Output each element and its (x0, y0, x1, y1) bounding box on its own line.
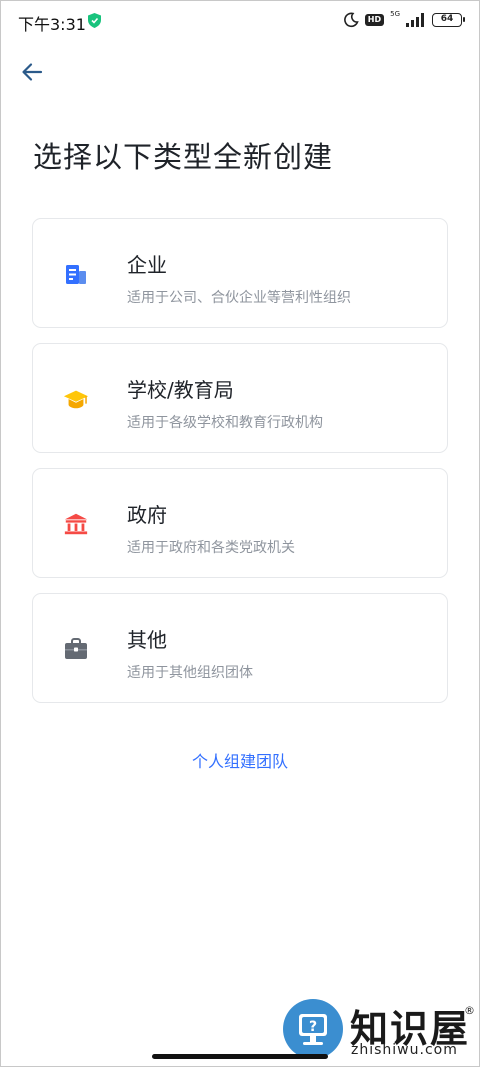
option-desc: 适用于各级学校和教育行政机构 (127, 415, 323, 431)
building-icon (63, 261, 89, 287)
government-icon (63, 511, 89, 537)
option-card-government[interactable]: 政府 适用于政府和各类党政机关 (32, 468, 448, 578)
option-card-other[interactable]: 其他 适用于其他组织团体 (32, 593, 448, 703)
watermark-reg: ® (464, 1004, 475, 1017)
svg-text:?: ? (309, 1019, 317, 1035)
page-title: 选择以下类型全新创建 (33, 140, 334, 174)
hd-badge: HD (364, 14, 385, 26)
graduation-cap-icon (63, 386, 89, 412)
home-indicator[interactable] (152, 1054, 328, 1059)
option-title: 其他 (127, 628, 167, 652)
status-bar: 下午3:31 HD 5G 64 (0, 0, 480, 40)
moon-icon (343, 12, 359, 28)
status-icons: HD 5G 64 (343, 10, 465, 30)
option-title: 企业 (127, 253, 167, 277)
battery-level: 64 (440, 14, 454, 24)
option-desc: 适用于政府和各类党政机关 (127, 540, 295, 556)
status-time: 下午3:31 (18, 15, 86, 34)
watermark-logo-icon: ? (283, 999, 343, 1059)
option-title: 政府 (127, 503, 167, 527)
network-type: 5G (390, 10, 400, 18)
option-desc: 适用于公司、合伙企业等营利性组织 (127, 290, 351, 306)
option-title: 学校/教育局 (127, 378, 234, 402)
option-card-school[interactable]: 学校/教育局 适用于各级学校和教育行政机构 (32, 343, 448, 453)
shield-icon (88, 13, 101, 28)
option-desc: 适用于其他组织团体 (127, 665, 253, 681)
signal-icon (406, 13, 424, 27)
watermark-domain: zhishiwu.com (351, 1042, 458, 1058)
battery-icon: 64 (432, 13, 465, 27)
option-card-enterprise[interactable]: 企业 适用于公司、合伙企业等营利性组织 (32, 218, 448, 328)
arrow-left-icon (22, 63, 43, 81)
personal-team-link[interactable]: 个人组建团队 (0, 748, 480, 772)
briefcase-icon (63, 636, 89, 662)
back-button[interactable] (18, 58, 46, 86)
